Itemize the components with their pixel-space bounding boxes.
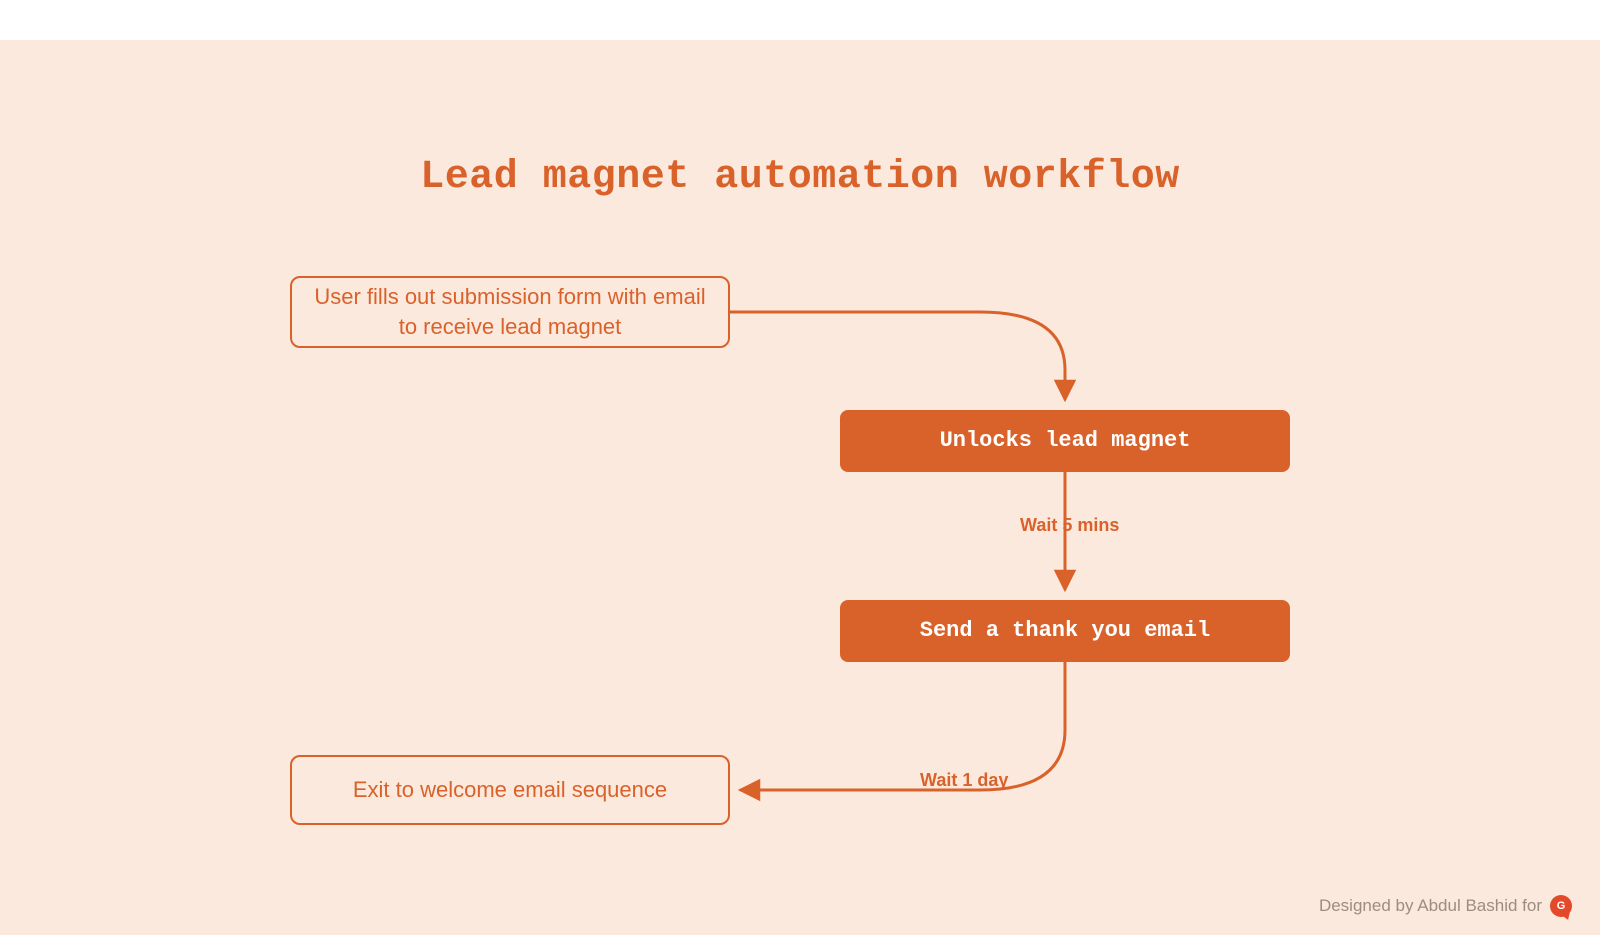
node-start: User fills out submission form with emai… [290, 276, 730, 348]
node-thankyou: Send a thank you email [840, 600, 1290, 662]
node-exit: Exit to welcome email sequence [290, 755, 730, 825]
footer-text: Designed by Abdul Bashid for [1319, 896, 1542, 916]
g2-logo-icon: G [1550, 895, 1572, 917]
edge-label-wait-5-mins: Wait 5 mins [1020, 515, 1119, 536]
edge-label-wait-1-day: Wait 1 day [920, 770, 1008, 791]
diagram-title: Lead magnet automation workflow [0, 155, 1600, 200]
footer-credit: Designed by Abdul Bashid for G [1319, 895, 1572, 917]
diagram-canvas: Lead magnet automation workflow User fil… [0, 40, 1600, 935]
connector-thankyou-to-exit [740, 662, 1065, 790]
node-unlock: Unlocks lead magnet [840, 410, 1290, 472]
connector-start-to-unlock [730, 312, 1065, 400]
